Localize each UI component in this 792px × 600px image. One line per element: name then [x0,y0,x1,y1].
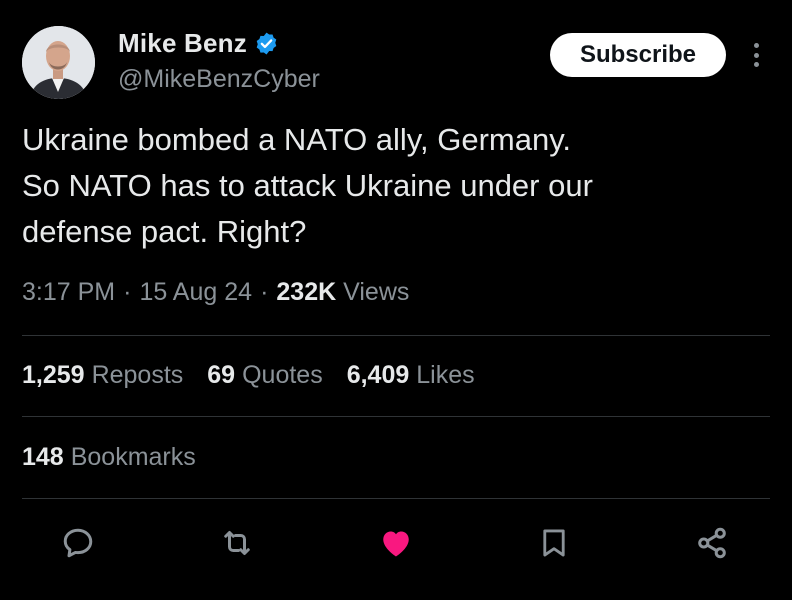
tweet-metadata: 3:17 PM · 15 Aug 24 · 232K Views [22,278,409,307]
divider [22,335,770,336]
bookmarks-label: Bookmarks [70,443,196,471]
divider [22,416,770,417]
author-display-name[interactable]: Mike Benz [118,28,247,59]
tweet-time[interactable]: 3:17 PM [22,278,115,307]
likes-count: 6,409 [346,361,410,389]
author-handle[interactable]: @MikeBenzCyber [118,65,320,94]
subscribe-button[interactable]: Subscribe [550,33,726,77]
reposts-count: 1,259 [22,361,85,389]
likes-stat[interactable]: 6,409 Likes [347,361,475,390]
separator-dot: · [260,278,269,306]
bookmarks-count: 148 [22,443,64,471]
share-icon[interactable] [689,520,735,566]
author-names: Mike Benz @MikeBenzCyber [118,28,320,94]
tweet-text: Ukraine bombed a NATO ally, Germany. So … [22,117,762,255]
more-vertical-icon[interactable] [747,39,765,71]
repost-icon[interactable] [214,520,260,566]
quotes-count: 69 [207,361,236,389]
tweet-text-line: So NATO has to attack Ukraine under our [22,168,593,203]
like-icon[interactable] [373,520,419,566]
divider [22,498,770,499]
tweet-text-line: Ukraine bombed a NATO ally, Germany. [22,122,572,157]
views-label[interactable]: Views [343,278,409,307]
likes-label: Likes [416,361,475,389]
tweet-detail: Mike Benz @MikeBenzCyber Subscribe Ukrai… [0,0,792,600]
tweet-text-line: defense pact. Right? [22,214,307,249]
reposts-stat[interactable]: 1,259 Reposts [22,361,183,390]
views-count[interactable]: 232K [276,278,336,307]
action-bar [0,520,792,566]
engagement-stats: 1,259 Reposts 69 Quotes 6,409 Likes [22,361,499,390]
bookmark-icon[interactable] [531,520,577,566]
reply-icon[interactable] [55,520,101,566]
tweet-date[interactable]: 15 Aug 24 [139,278,252,307]
quotes-label: Quotes [242,361,323,389]
bookmarks-stat[interactable]: 148 Bookmarks [22,443,196,472]
quotes-stat[interactable]: 69 Quotes [207,361,322,390]
tweet-header: Mike Benz @MikeBenzCyber Subscribe [22,26,772,102]
avatar[interactable] [22,26,95,99]
reposts-label: Reposts [91,361,184,389]
separator-dot: · [123,278,132,306]
verified-badge-icon [254,31,279,56]
